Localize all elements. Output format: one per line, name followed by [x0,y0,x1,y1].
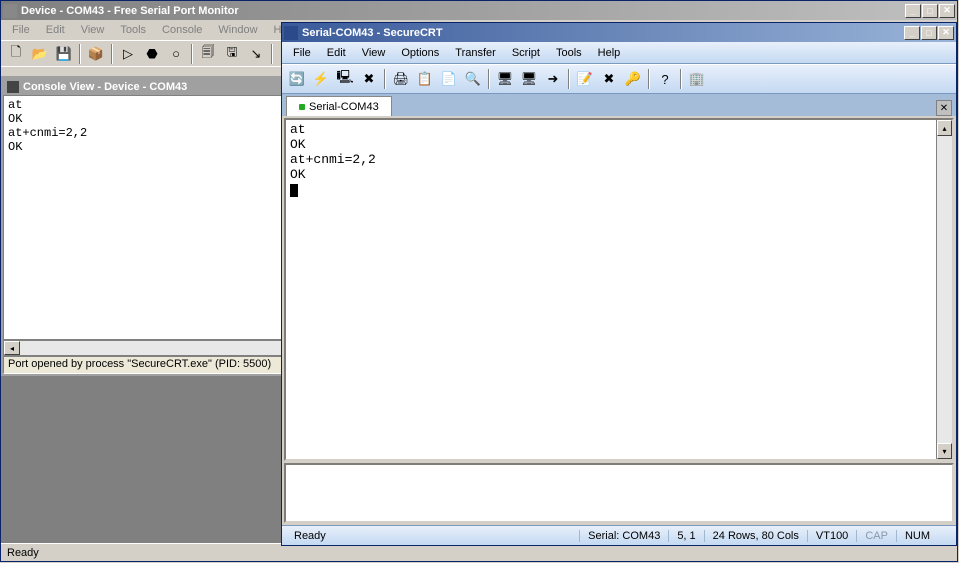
open-folder-icon[interactable]: 📂 [29,43,51,65]
find-icon[interactable]: 🔍 [462,68,484,90]
copy-icon[interactable]: 📋 [414,68,436,90]
export-icon[interactable]: ↘ [245,43,267,65]
key-icon[interactable]: 🔑 [622,68,644,90]
reconnect-icon[interactable]: 🔄 [286,68,308,90]
stop-icon[interactable]: ⬣ [141,43,163,65]
securecrt-terminal[interactable]: at OK at+cnmi=2,2 OK [286,120,936,459]
toolbar-separator [680,69,682,89]
menu-console[interactable]: Console [155,22,209,38]
scroll-left-icon[interactable]: ◂ [4,341,20,355]
menu-transfer[interactable]: Transfer [448,45,503,61]
menu-edit[interactable]: Edit [320,45,353,61]
status-ready: Ready [286,530,334,542]
server2-icon[interactable]: 🖥 [518,68,540,90]
vertical-scrollbar[interactable]: ▴ ▾ [936,120,952,459]
menu-options[interactable]: Options [394,45,446,61]
print-icon[interactable]: 🖨 [390,68,412,90]
toolbar-separator [648,69,650,89]
new-file-icon[interactable]: 🗋 [5,43,27,65]
toolbar-separator [191,44,193,64]
app-icon [3,4,17,18]
status-serial: Serial: COM43 [579,530,668,542]
window-title: Device - COM43 - Free Serial Port Monito… [21,5,904,17]
securecrt-toolbar: 🔄⚡🖳✖🖨📋📄🔍🖥🖥➜📝✖🔑?🏢 [282,64,956,94]
save-all-icon[interactable]: 🖫 [221,43,243,65]
status-cursor-pos: 5, 1 [668,530,703,542]
menu-file[interactable]: File [286,45,318,61]
toolbar-separator [271,44,273,64]
tab-label: Serial-COM43 [309,101,379,113]
minimize-button[interactable]: _ [905,4,921,18]
maximize-button[interactable]: □ [921,26,937,40]
play-icon[interactable]: ▷ [117,43,139,65]
toolbar-separator [488,69,490,89]
toolbar-separator [568,69,570,89]
command-input-pane[interactable] [284,463,954,523]
server1-icon[interactable]: 🖥 [494,68,516,90]
menu-view[interactable]: View [74,22,112,38]
quick-connect-icon[interactable]: ⚡ [310,68,332,90]
port-monitor-titlebar[interactable]: Device - COM43 - Free Serial Port Monito… [1,1,957,20]
menu-tools[interactable]: Tools [113,22,153,38]
scroll-track[interactable] [937,136,952,443]
close-button[interactable]: ✕ [939,4,955,18]
terminal-wrapper: at OK at+cnmi=2,2 OK ▴ ▾ [284,118,954,461]
package-icon[interactable]: 📦 [85,43,107,65]
securecrt-statusbar: Ready Serial: COM43 5, 1 24 Rows, 80 Col… [282,525,956,545]
minimize-button[interactable]: _ [904,26,920,40]
about-icon[interactable]: 🏢 [686,68,708,90]
toolbar-separator [384,69,386,89]
save-icon[interactable]: 💾 [53,43,75,65]
disconnect-icon[interactable]: ✖ [358,68,380,90]
tab-serial-com43[interactable]: Serial-COM43 [286,96,392,116]
terminal-cursor [290,184,298,197]
securecrt-window: Serial-COM43 - SecureCRT _ □ ✕ File Edit… [281,22,957,546]
options-icon[interactable]: ✖ [598,68,620,90]
status-num: NUM [896,530,938,542]
tab-close-button[interactable]: ✕ [936,100,952,116]
toolbar-separator [111,44,113,64]
menu-file[interactable]: File [5,22,37,38]
status-caps: CAP [856,530,896,542]
send-icon[interactable]: ➜ [542,68,564,90]
record-icon[interactable]: ○ [165,43,187,65]
menu-edit[interactable]: Edit [39,22,72,38]
menu-script[interactable]: Script [505,45,547,61]
status-ready: Ready [7,547,39,559]
help-icon[interactable]: ? [654,68,676,90]
console-icon [7,81,19,93]
maximize-button[interactable]: □ [922,4,938,18]
scroll-up-icon[interactable]: ▴ [937,120,952,136]
securecrt-titlebar[interactable]: Serial-COM43 - SecureCRT _ □ ✕ [282,23,956,42]
panel-title-text: Console View - Device - COM43 [23,81,187,93]
securecrt-menubar: File Edit View Options Transfer Script T… [282,42,956,64]
menu-tools[interactable]: Tools [549,45,589,61]
copy-icon[interactable]: 🗐 [197,43,219,65]
toolbar-separator [79,44,81,64]
status-emulation: VT100 [807,530,856,542]
properties-icon[interactable]: 📝 [574,68,596,90]
securecrt-icon [284,26,298,40]
securecrt-tabs: Serial-COM43 ✕ [282,94,956,116]
menu-window[interactable]: Window [211,22,264,38]
connect-icon[interactable]: 🖳 [334,68,356,90]
close-button[interactable]: ✕ [938,26,954,40]
scroll-down-icon[interactable]: ▾ [937,443,952,459]
securecrt-title: Serial-COM43 - SecureCRT [302,27,903,39]
paste-icon[interactable]: 📄 [438,68,460,90]
connection-led-icon [299,104,305,110]
status-dimensions: 24 Rows, 80 Cols [704,530,807,542]
menu-help[interactable]: Help [591,45,628,61]
menu-view[interactable]: View [355,45,393,61]
